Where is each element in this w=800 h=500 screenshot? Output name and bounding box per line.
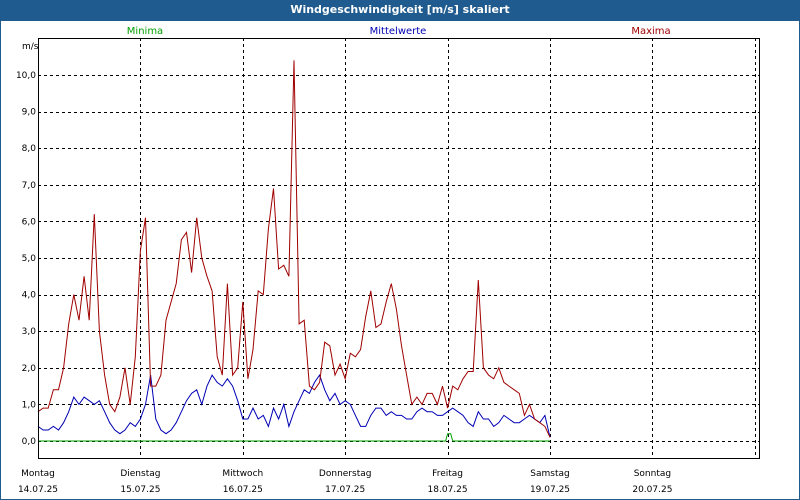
x-date-label: 15.07.25 [120, 485, 160, 495]
x-date-label: 19.07.25 [530, 485, 570, 495]
x-date-label: 18.07.25 [428, 485, 468, 495]
x-date-label: 14.07.25 [18, 485, 58, 495]
x-day-label: Samstag [530, 469, 569, 479]
x-day-label: Montag [21, 469, 55, 479]
x-date-label: 16.07.25 [223, 485, 263, 495]
y-tick-label: 0,0 [22, 437, 37, 447]
x-day-label: Mittwoch [222, 469, 263, 479]
x-day-label: Freitag [432, 469, 463, 479]
series-lines [37, 60, 551, 442]
y-tick-label: 4,0 [22, 291, 37, 301]
x-day-label: Donnerstag [319, 469, 372, 479]
y-tick-label: 2,0 [22, 364, 37, 374]
y-tick-label: 10,0 [16, 71, 36, 81]
mittelwerte-line [37, 374, 551, 438]
y-tick-label: 1,0 [22, 400, 37, 410]
x-date-label: 20.07.25 [632, 485, 672, 495]
y-tick-labels: 0,0 1,0 2,0 3,0 4,0 5,0 6,0 7,0 8,0 9,0 10,0 [16, 71, 36, 447]
wind-speed-chart: Minima Mittelwerte Maxima m/s 0,0 1,0 2,0 3… [16, 26, 760, 495]
y-tick-label: 3,0 [22, 327, 37, 337]
y-tick-label: 9,0 [22, 108, 37, 118]
maxima-line [37, 60, 551, 438]
minima-line [38, 433, 550, 442]
x-tick-labels: Montag 14.07.25 Dienstag 15.07.25 Mittwoch 16… [18, 469, 672, 495]
legend-maxima: Maxima [631, 26, 670, 37]
x-day-label: Sonntag [634, 469, 671, 479]
x-date-label: 17.07.25 [325, 485, 365, 495]
legend-mittelwerte: Mittelwerte [370, 26, 427, 37]
y-tick-label: 7,0 [22, 181, 37, 191]
legend-minima: Minima [127, 26, 163, 37]
y-tick-label: 5,0 [22, 254, 37, 264]
y-tick-label: 6,0 [22, 217, 37, 227]
y-tick-label: 8,0 [22, 144, 37, 154]
x-day-label: Dienstag [120, 469, 160, 479]
y-axis-unit: m/s [22, 42, 39, 52]
